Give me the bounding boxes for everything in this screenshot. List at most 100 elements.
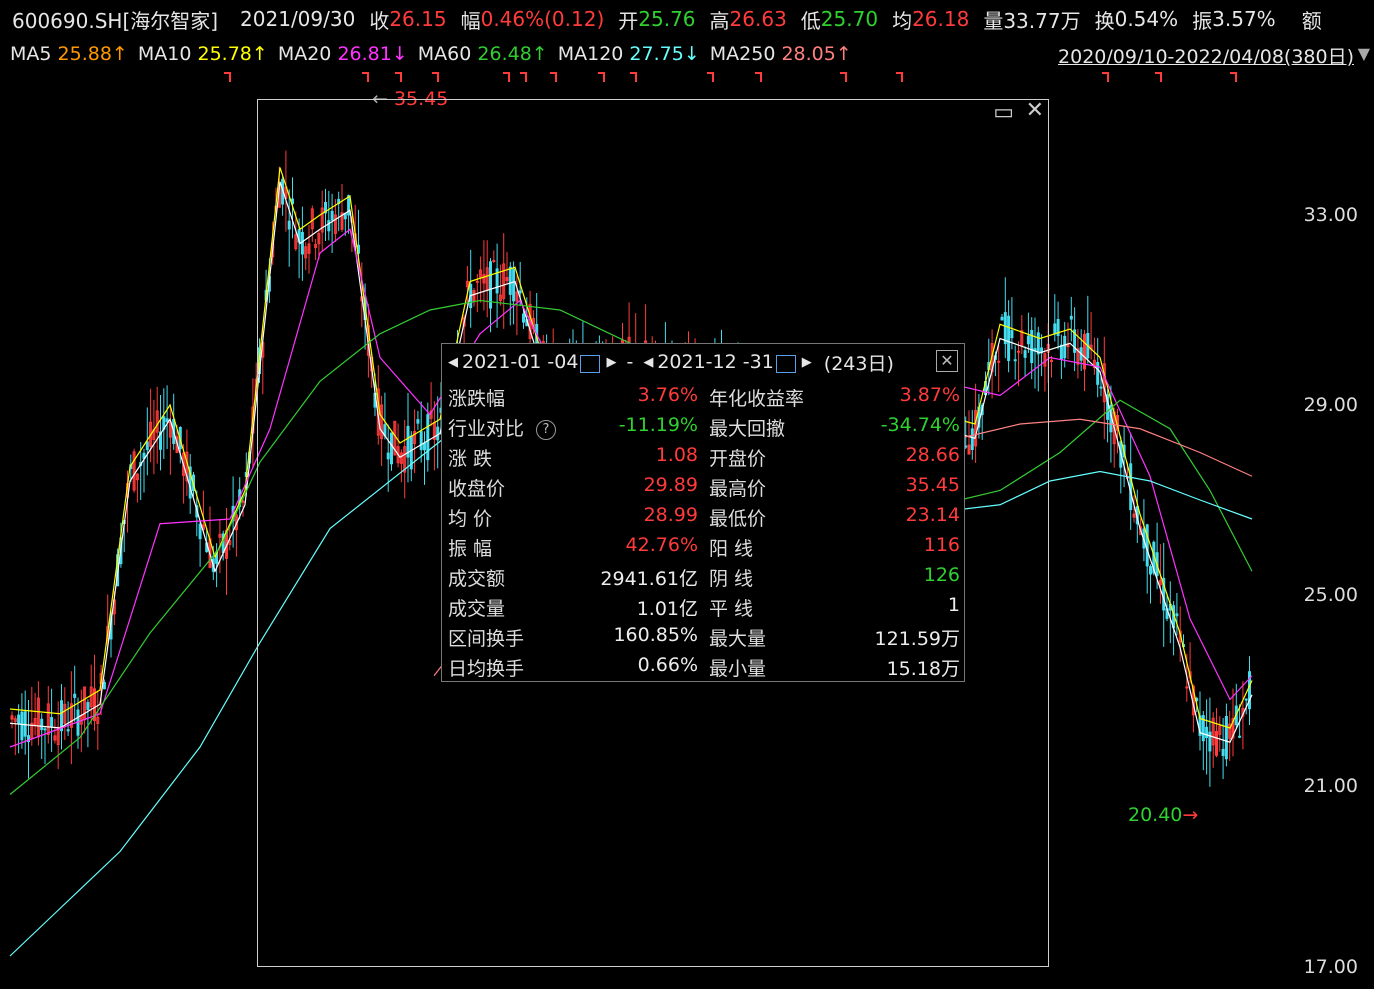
low-value: 25.70 (820, 7, 879, 31)
stat-value: 28.66 (905, 444, 960, 466)
event-marker[interactable] (707, 72, 714, 82)
close-icon[interactable]: ✕ (936, 350, 958, 372)
event-marker[interactable] (1230, 72, 1237, 82)
stats-row: 成交额 2941.61亿阴 线 126 (442, 564, 964, 594)
stat-value: 29.89 (643, 474, 698, 496)
event-marker[interactable] (520, 72, 527, 82)
end-date-field[interactable]: 2021-12 -31 (657, 351, 773, 373)
candle-body (1053, 323, 1057, 335)
symbol-label[interactable]: 600690.SH[海尔智家] (12, 5, 218, 34)
candle-body (145, 441, 149, 451)
stat-value: 35.45 (905, 474, 960, 496)
stat-label: 最高价 (709, 478, 767, 500)
chevron-down-icon[interactable]: ▼ (1358, 44, 1370, 63)
candle-body (241, 500, 245, 503)
close-icon[interactable]: ✕ (1026, 98, 1044, 123)
prev-end-icon[interactable]: ◀ (643, 355, 653, 370)
event-marker[interactable] (503, 72, 510, 82)
event-marker[interactable] (1155, 72, 1162, 82)
candle-body (165, 418, 169, 423)
ma60-label: MA60 26.48↑ (417, 43, 548, 65)
price-tick: 17.00 (1303, 956, 1358, 978)
candle-body (1224, 716, 1228, 760)
high-label: 高 (709, 8, 730, 33)
stats-row: 涨跌幅 3.76% 年化收益率 3.87% (442, 384, 964, 414)
stat-label: 最大回撤 (709, 418, 786, 440)
next-end-icon[interactable]: ▶ (802, 355, 812, 370)
price-tick: 29.00 (1303, 394, 1358, 416)
low-label: 低 (800, 8, 821, 33)
stat-value: 28.99 (643, 504, 698, 526)
candle-body (1149, 566, 1152, 575)
avg-value: 26.18 (912, 7, 970, 31)
high-value: 26.63 (729, 7, 787, 31)
stat-value: 0.66% (637, 654, 698, 676)
interval-stats-panel: ◀ 2021-01 -04 ▶ - ◀ 2021-12 -31 ▶ (243日)… (441, 343, 965, 682)
amplitude-label: 振 (1192, 8, 1213, 33)
event-marker[interactable] (840, 72, 847, 82)
candle-body (40, 718, 44, 731)
date-label: 2021/09/30 (240, 7, 356, 31)
event-marker[interactable] (550, 72, 557, 82)
candle-body (1059, 344, 1063, 360)
ma10-label: MA10 25.78↑ (137, 43, 268, 65)
day-count: (243日) (823, 352, 894, 375)
maximize-icon[interactable]: ▭ (993, 100, 1014, 125)
candle-body (1175, 613, 1179, 617)
volume-label: 量 (983, 8, 1004, 33)
event-marker[interactable] (630, 72, 637, 82)
close-value: 26.15 (389, 7, 447, 31)
candle-body (66, 729, 70, 732)
event-marker[interactable] (395, 72, 402, 82)
stat-value: 121.59万 (874, 628, 960, 650)
turnover-label: 换 (1094, 8, 1115, 33)
help-icon[interactable]: ? (536, 420, 556, 440)
event-marker[interactable] (598, 72, 605, 82)
stat-label: 平 线 (709, 598, 754, 620)
calendar-icon[interactable] (775, 355, 796, 373)
stat-label: 均 价 (448, 508, 493, 530)
change-label: 幅 (460, 8, 481, 33)
candle-body (1145, 524, 1149, 567)
event-marker[interactable] (1102, 72, 1109, 82)
stat-label: 区间换手 (448, 628, 525, 650)
stat-value: 1.08 (655, 444, 698, 466)
stat-value: 3.87% (899, 384, 960, 406)
quote-header: 600690.SH[海尔智家] 2021/09/30 收 26.15 幅 0.4… (0, 0, 1374, 38)
event-marker[interactable] (896, 72, 903, 82)
stats-row: 行业对比? -11.19% 最大回撤 -34.74% (442, 414, 964, 444)
amplitude-value: 3.57% (1212, 7, 1276, 31)
event-marker[interactable] (755, 72, 762, 82)
stat-label: 成交量 (448, 598, 506, 620)
stat-label: 成交额 (448, 568, 506, 590)
next-start-icon[interactable]: ▶ (606, 355, 616, 370)
event-marker[interactable] (224, 72, 231, 82)
low-annotation: 20.40→ (1128, 804, 1199, 826)
candle-body (86, 702, 90, 710)
start-date-field[interactable]: 2021-01 -04 (462, 351, 578, 373)
stat-label: 最小量 (709, 658, 767, 680)
avg-label: 均 (892, 8, 913, 33)
stats-row: 区间换手 160.85% 最大量 121.59万 (442, 624, 964, 654)
candle-body (1185, 686, 1189, 689)
candle-body (1096, 362, 1100, 385)
candle-body (20, 711, 24, 741)
candle-body (43, 728, 47, 731)
ma5-label: MA5 25.88↑ (10, 43, 128, 65)
stats-row: 成交量 1.01亿平 线 1 (442, 594, 964, 624)
stats-row: 收盘价 29.89 最高价 35.45 (442, 474, 964, 504)
candle-body (1129, 463, 1133, 511)
event-marker[interactable] (362, 72, 369, 82)
stat-value: 116 (923, 534, 960, 556)
event-marker[interactable] (432, 72, 439, 82)
calendar-icon[interactable] (580, 355, 601, 373)
stats-row: 振 幅 42.76% 阳 线 116 (442, 534, 964, 564)
price-tick: 33.00 (1303, 204, 1358, 226)
candle-body (198, 523, 202, 540)
stat-label: 最大量 (709, 628, 767, 650)
prev-start-icon[interactable]: ◀ (448, 355, 458, 370)
candle-body (102, 681, 106, 690)
change-value: 0.46%(0.12) (480, 7, 605, 31)
stat-value: 42.76% (625, 534, 698, 556)
date-range-selector[interactable]: 2020/09/10-2022/04/08(380日) (1058, 42, 1354, 69)
